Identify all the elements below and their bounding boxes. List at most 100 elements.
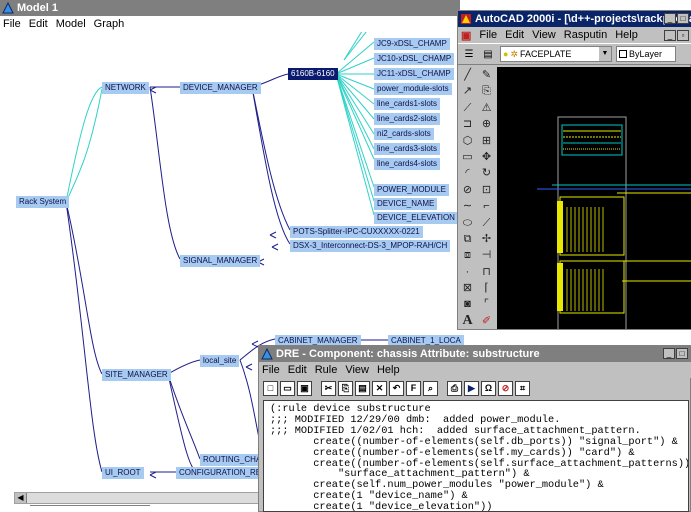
dre-menu-file[interactable]: File — [262, 364, 280, 376]
acad-menu-edit[interactable]: Edit — [505, 29, 524, 41]
dre-menu-edit[interactable]: Edit — [288, 364, 307, 376]
undo-icon[interactable]: ↶ — [389, 380, 404, 396]
dre-menu-view[interactable]: View — [345, 364, 369, 376]
insert-tool-icon[interactable]: ⧈ — [458, 247, 477, 263]
dre-maximize-button[interactable]: □ — [676, 348, 688, 359]
model-window-titlebar[interactable]: Model 1 — [0, 0, 460, 16]
extend-tool-icon[interactable]: ⊣ — [477, 247, 496, 263]
node-ni2-cards[interactable]: ni2_cards-slots — [374, 128, 434, 140]
block-tool-icon[interactable]: ⧉ — [458, 231, 477, 247]
menu-graph[interactable]: Graph — [94, 18, 125, 30]
move-tool-icon[interactable]: ✥ — [477, 149, 496, 165]
layer-combo[interactable]: ● ✲ FACEPLATE ▼ — [500, 46, 612, 62]
stop-icon[interactable]: ⊘ — [498, 380, 513, 396]
new-file-icon[interactable]: □ — [263, 380, 278, 396]
hatch-tool-icon[interactable]: ⊠ — [458, 280, 477, 296]
scroll-left-arrow-icon[interactable]: ◀ — [15, 493, 27, 503]
menu-file[interactable]: File — [3, 18, 21, 30]
explode-tool-icon[interactable]: ✐ — [477, 313, 496, 329]
node-device-elevation[interactable]: DEVICE_ELEVATION — [374, 212, 458, 224]
scale-tool-icon[interactable]: ⊡ — [477, 182, 496, 198]
node-power-module[interactable]: POWER_MODULE — [374, 184, 449, 196]
region-tool-icon[interactable]: ◙ — [458, 296, 477, 312]
node-line-cards4[interactable]: line_cards4-slots — [374, 158, 441, 170]
trim-tool-icon[interactable]: ✢ — [477, 231, 496, 247]
mirror-tool-icon[interactable]: ⚠ — [477, 100, 496, 116]
dre-menu-help[interactable]: Help — [377, 364, 400, 376]
lengthen-tool-icon[interactable]: ⟋ — [477, 215, 496, 231]
cut-icon[interactable]: ✂ — [321, 380, 336, 396]
node-signal-manager[interactable]: SIGNAL_MANAGER — [180, 255, 261, 267]
node-local-site[interactable]: local_site — [200, 355, 240, 367]
node-jc9[interactable]: JC9-xDSL_CHAMP — [374, 38, 450, 50]
debug-icon[interactable]: ⌗ — [515, 380, 530, 396]
doc-minimize-button[interactable]: _ — [664, 30, 676, 41]
rule-editor[interactable]: (:rule device substructure ;;; MODIFIED … — [263, 400, 689, 512]
copy-icon[interactable]: ⎘ — [338, 380, 353, 396]
node-rack-system[interactable]: Rack System — [16, 196, 70, 208]
doc-restore-button[interactable]: ▫ — [677, 30, 689, 41]
node-jc10[interactable]: JC10-xDSL_CHAMP — [374, 53, 455, 65]
node-site-manager[interactable]: SITE_MANAGER — [102, 369, 171, 381]
chamfer-tool-icon[interactable]: ⌈ — [477, 280, 496, 296]
node-power-module-slots[interactable]: power_module-slots — [374, 83, 452, 95]
node-ui-root[interactable]: UI_ROOT — [102, 467, 144, 479]
paste-icon[interactable]: ▤ — [355, 380, 370, 396]
dre-titlebar[interactable]: DRE - Component: chassis Attribute: subs… — [259, 346, 691, 362]
rectangle-tool-icon[interactable]: ⬡ — [458, 133, 477, 149]
fillet-tool-icon[interactable]: ⌜ — [477, 296, 496, 312]
node-6160[interactable]: 6160B-6160 — [288, 68, 338, 80]
print-icon[interactable]: ⎙ — [447, 380, 462, 396]
node-jc11[interactable]: JC11-xDSL_CHAMP — [374, 68, 454, 80]
acad-menu-help[interactable]: Help — [615, 29, 638, 41]
stretch-tool-icon[interactable]: ⌐ — [477, 198, 496, 214]
layers-icon[interactable]: ☰ — [461, 46, 477, 62]
run-icon[interactable]: ▶ — [464, 380, 479, 396]
arc-tool-icon[interactable]: ▭ — [458, 149, 477, 165]
open-file-icon[interactable]: ▭ — [280, 380, 295, 396]
xline-tool-icon[interactable]: ↗ — [458, 83, 477, 99]
copy-tool-icon[interactable]: ⎘ — [477, 83, 496, 99]
offset-tool-icon[interactable]: ⊕ — [477, 116, 496, 132]
menu-model[interactable]: Model — [56, 18, 86, 30]
pline-tool-icon[interactable]: ⟋ — [458, 100, 477, 116]
node-line-cards3[interactable]: line_cards3-slots — [374, 143, 441, 155]
text-tool-icon[interactable]: A — [458, 313, 477, 329]
minimize-button[interactable]: _ — [664, 13, 676, 24]
layer-dropdown-icon[interactable]: ▼ — [599, 47, 611, 61]
delete-icon[interactable]: ✕ — [372, 380, 387, 396]
acad-menu-file[interactable]: File — [479, 29, 497, 41]
rotate-tool-icon[interactable]: ↻ — [477, 165, 496, 181]
break-tool-icon[interactable]: ⊓ — [477, 264, 496, 280]
dre-menu-rule[interactable]: Rule — [315, 364, 338, 376]
format-icon[interactable]: F — [406, 380, 421, 396]
acad-menu-rasputin[interactable]: Rasputin — [564, 29, 607, 41]
pencil-tool-icon[interactable]: ✎ — [477, 67, 496, 83]
line-tool-icon[interactable]: ╱ — [458, 67, 477, 83]
spline-tool-icon[interactable]: ∼ — [458, 198, 477, 214]
circle-tool-icon[interactable]: ◜ — [458, 165, 477, 181]
layer-state-icon[interactable]: ▤ — [480, 46, 496, 62]
array-tool-icon[interactable]: ⊞ — [477, 133, 496, 149]
dre-minimize-button[interactable]: _ — [663, 348, 675, 359]
node-dsx3[interactable]: DSX-3_Interconnect-DS-3_MPOP-RAH/CH — [290, 240, 451, 252]
linetype-combo[interactable]: ByLayer — [616, 46, 676, 62]
maximize-button[interactable]: □ — [677, 13, 689, 24]
compile-icon[interactable]: Ω — [481, 380, 496, 396]
autocad-titlebar[interactable]: AutoCAD 2000i - [\d++-projects\rackpilot… — [458, 11, 691, 27]
node-line-cards2[interactable]: line_cards2-slots — [374, 113, 441, 125]
acad-menu-view[interactable]: View — [532, 29, 556, 41]
find-icon[interactable]: ⌕ — [423, 380, 438, 396]
node-network[interactable]: NETWORK — [102, 82, 149, 94]
ellipse-tool-icon[interactable]: ⬭ — [458, 215, 477, 231]
node-line-cards1[interactable]: line_cards1-slots — [374, 98, 441, 110]
save-icon[interactable]: ▣ — [297, 380, 312, 396]
autocad-drawing-canvas[interactable] — [497, 67, 691, 329]
graph-horizontal-scrollbar[interactable]: ◀ — [14, 492, 264, 504]
node-pots-splitter[interactable]: POTS-Splitter-IPC-CUXXXXX-0221 — [290, 226, 423, 238]
node-device-name[interactable]: DEVICE_NAME — [374, 198, 438, 210]
point-tool-icon[interactable]: · — [458, 264, 477, 280]
revcloud-tool-icon[interactable]: ⊘ — [458, 182, 477, 198]
node-device-manager[interactable]: DEVICE_MANAGER — [180, 82, 261, 94]
polygon-tool-icon[interactable]: ⊐ — [458, 116, 477, 132]
